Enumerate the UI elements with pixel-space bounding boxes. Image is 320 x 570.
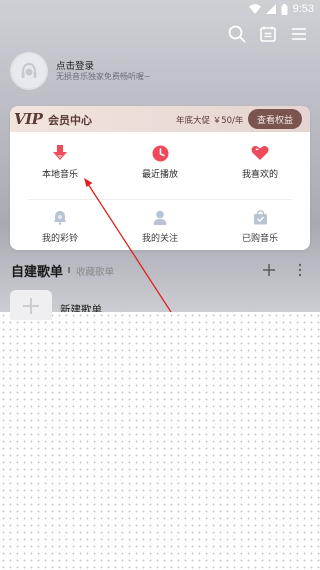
annotation-arrow-icon (84, 178, 172, 313)
